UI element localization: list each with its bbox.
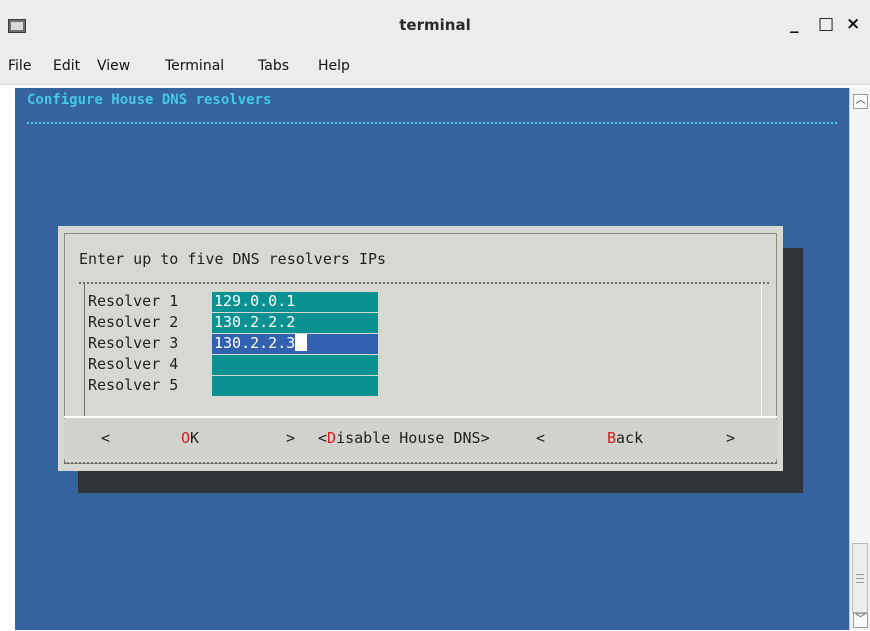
scroll-grip bbox=[856, 582, 864, 583]
resolver-row: Resolver 1 129.0.0.1 bbox=[88, 292, 388, 313]
ok-button-left-bracket: < bbox=[101, 429, 111, 447]
button-divider bbox=[64, 416, 777, 418]
menu-help[interactable]: Help bbox=[318, 58, 350, 74]
resolver-row: Resolver 4 bbox=[88, 355, 388, 376]
screen-title: Configure House DNS resolvers bbox=[27, 92, 272, 108]
disable-button-hotkey: D bbox=[327, 429, 337, 447]
dialog-bottom-divider bbox=[64, 462, 777, 464]
resolver-4-field[interactable] bbox=[212, 355, 378, 375]
maximize-button[interactable]: □ bbox=[818, 14, 834, 34]
scroll-up-arrow-icon[interactable]: ︿ bbox=[853, 94, 868, 109]
minimize-button[interactable]: _ bbox=[790, 14, 799, 34]
back-button-label: ack bbox=[616, 429, 644, 447]
resolver-2-field[interactable]: 130.2.2.2 bbox=[212, 313, 378, 333]
back-button-hotkey: B bbox=[607, 429, 617, 447]
resolver-3-value: 130.2.2.3 bbox=[214, 334, 296, 352]
disable-button-right-bracket: > bbox=[480, 429, 490, 447]
resolver-1-field[interactable]: 129.0.0.1 bbox=[212, 292, 378, 312]
title-bar: terminal _ □ × bbox=[0, 0, 870, 48]
menu-tabs[interactable]: Tabs bbox=[258, 58, 289, 74]
vertical-scrollbar[interactable]: ︿ ﹀ bbox=[849, 88, 870, 630]
resolver-3-field[interactable]: 130.2.2.3 bbox=[212, 334, 378, 354]
disable-house-dns-button[interactable]: <Disable House DNS> bbox=[318, 429, 490, 447]
resolver-5-label: Resolver 5 bbox=[88, 376, 179, 394]
menu-bar: File Edit View Terminal Tabs Help bbox=[0, 48, 870, 85]
menu-edit[interactable]: Edit bbox=[53, 58, 80, 74]
resolver-row: Resolver 5 bbox=[88, 376, 388, 397]
scroll-grip bbox=[856, 578, 864, 579]
resolver-2-label: Resolver 2 bbox=[88, 313, 179, 331]
ok-button[interactable]: OK bbox=[181, 429, 199, 447]
menu-file[interactable]: File bbox=[8, 58, 31, 74]
resolver-5-field[interactable] bbox=[212, 376, 378, 396]
menu-view[interactable]: View bbox=[97, 58, 130, 74]
disable-button-left-bracket: < bbox=[318, 429, 328, 447]
scroll-thumb[interactable] bbox=[852, 543, 868, 613]
window-title: terminal bbox=[399, 16, 471, 34]
menu-terminal[interactable]: Terminal bbox=[165, 58, 224, 74]
close-button[interactable]: × bbox=[846, 14, 860, 34]
dialog-button-row: < OK > <Disable House DNS> < Back > bbox=[64, 419, 777, 459]
resolver-4-label: Resolver 4 bbox=[88, 355, 179, 373]
resolver-row: Resolver 3 130.2.2.3 bbox=[88, 334, 388, 355]
disable-button-label: isable House DNS bbox=[336, 429, 481, 447]
scroll-down-arrow-icon[interactable]: ﹀ bbox=[853, 613, 868, 628]
back-button-right-bracket: > bbox=[726, 429, 736, 447]
resolver-row: Resolver 2 130.2.2.2 bbox=[88, 313, 388, 334]
ok-button-hotkey: O bbox=[181, 429, 191, 447]
back-button[interactable]: Back bbox=[607, 429, 643, 447]
text-cursor bbox=[295, 334, 308, 351]
resolver-1-label: Resolver 1 bbox=[88, 292, 179, 310]
dns-dialog: Enter up to five DNS resolvers IPs Resol… bbox=[58, 226, 783, 471]
resolver-3-label: Resolver 3 bbox=[88, 334, 179, 352]
ok-button-label: K bbox=[190, 429, 200, 447]
dialog-prompt: Enter up to five DNS resolvers IPs bbox=[79, 250, 387, 268]
scroll-grip bbox=[856, 574, 864, 575]
ok-button-right-bracket: > bbox=[286, 429, 296, 447]
screen-title-divider bbox=[27, 122, 837, 124]
back-button-left-bracket: < bbox=[536, 429, 546, 447]
